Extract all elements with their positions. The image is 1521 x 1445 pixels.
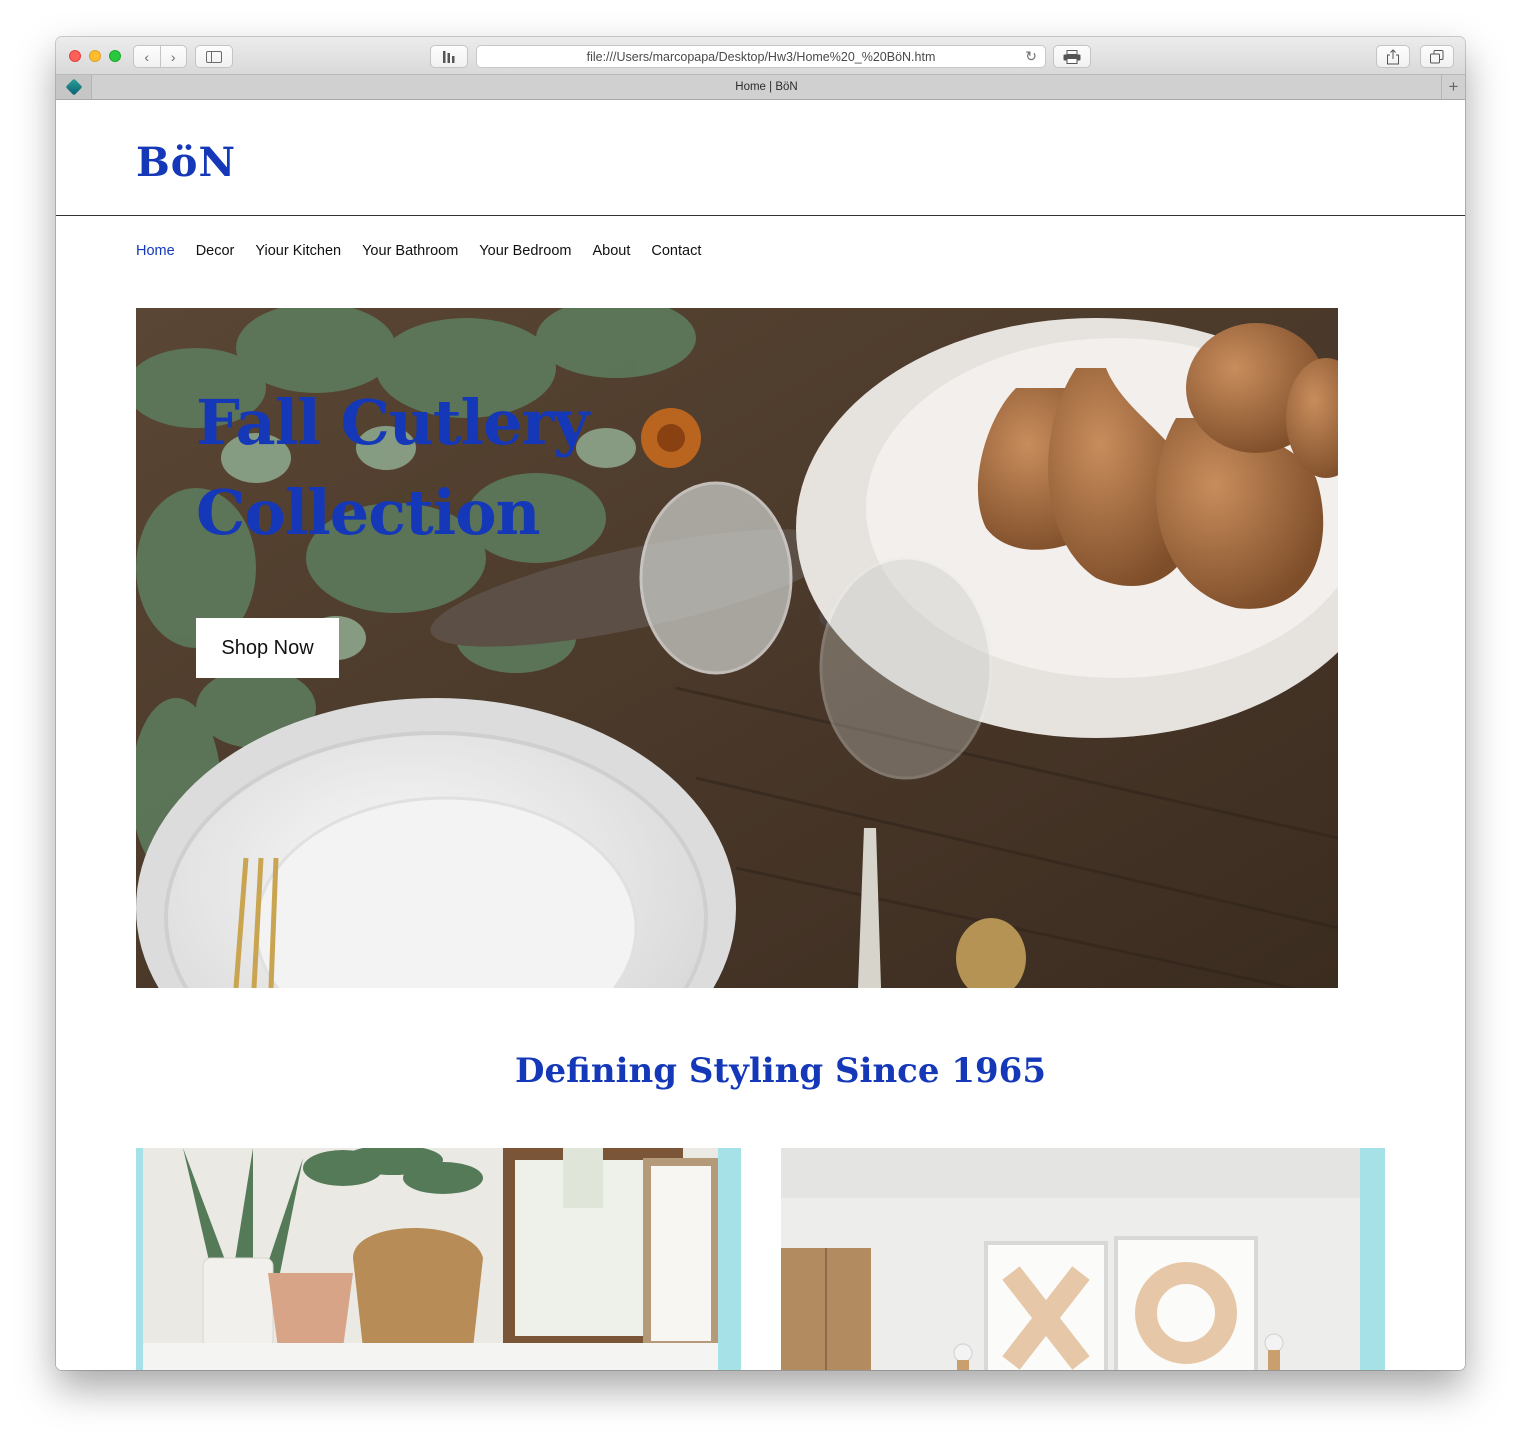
tab-bar: Home | BöN +: [56, 75, 1465, 100]
share-button[interactable]: [1376, 45, 1410, 68]
section-tagline: Defining Styling Since 1965: [515, 1051, 1046, 1091]
feature-card-decor[interactable]: [136, 1148, 741, 1370]
reader-icon: [443, 50, 455, 63]
header-divider: [56, 215, 1465, 216]
main-navigation: Home Decor Yiour Kitchen Your Bathroom Y…: [136, 243, 722, 259]
nav-decor[interactable]: Decor: [196, 243, 235, 259]
nav-bathroom[interactable]: Your Bathroom: [362, 243, 458, 259]
nav-kitchen[interactable]: Yiour Kitchen: [255, 243, 341, 259]
hero-title: Fall Cutlery Collection: [196, 378, 716, 558]
nav-bedroom[interactable]: Your Bedroom: [479, 243, 571, 259]
minimize-window-button[interactable]: [89, 50, 101, 62]
sidebar-toggle-button[interactable]: [195, 45, 233, 68]
tab-title-text: Home | BöN: [735, 81, 798, 93]
share-icon: [1387, 48, 1399, 64]
plus-icon: +: [1448, 77, 1459, 96]
decor-shelf-image: [143, 1148, 718, 1370]
browser-toolbar: ‹ › file:///Users/marcopapa/Desktop/Hw3/…: [56, 37, 1465, 75]
history-nav-group: ‹ ›: [133, 45, 187, 68]
bedroom-xo-image: [781, 1148, 1360, 1370]
close-window-button[interactable]: [69, 50, 81, 62]
reload-icon[interactable]: ↻: [1025, 48, 1037, 65]
new-tab-button[interactable]: +: [1441, 75, 1465, 99]
url-text: file:///Users/marcopapa/Desktop/Hw3/Home…: [586, 49, 936, 64]
zoom-window-button[interactable]: [109, 50, 121, 62]
tabs-icon: [1430, 49, 1444, 63]
printer-icon: [1063, 49, 1081, 64]
feature-card-bedroom[interactable]: [781, 1148, 1385, 1370]
nav-home[interactable]: Home: [136, 243, 175, 259]
shop-now-button[interactable]: Shop Now: [196, 618, 339, 678]
address-bar[interactable]: file:///Users/marcopapa/Desktop/Hw3/Home…: [476, 45, 1046, 68]
nav-contact[interactable]: Contact: [651, 243, 701, 259]
hero-title-line-1: Fall Cutlery: [196, 386, 589, 459]
hero-title-line-2: Collection: [196, 476, 541, 549]
site-logo[interactable]: BöN: [136, 139, 236, 186]
pinned-tab[interactable]: [56, 75, 92, 99]
forward-icon[interactable]: ›: [159, 46, 187, 67]
hero-banner: Fall Cutlery Collection Shop Now: [136, 308, 1338, 988]
reader-button[interactable]: [430, 45, 468, 68]
web-page: BöN Home Decor Yiour Kitchen Your Bathro…: [56, 101, 1465, 1370]
site-favicon-icon: [65, 78, 82, 96]
browser-window: ‹ › file:///Users/marcopapa/Desktop/Hw3/…: [56, 37, 1465, 1370]
back-icon[interactable]: ‹: [134, 46, 160, 67]
print-button[interactable]: [1053, 45, 1091, 68]
sidebar-icon: [206, 50, 222, 63]
nav-about[interactable]: About: [592, 243, 630, 259]
active-tab[interactable]: Home | BöN: [92, 75, 1441, 99]
tab-overview-button[interactable]: [1420, 45, 1454, 68]
